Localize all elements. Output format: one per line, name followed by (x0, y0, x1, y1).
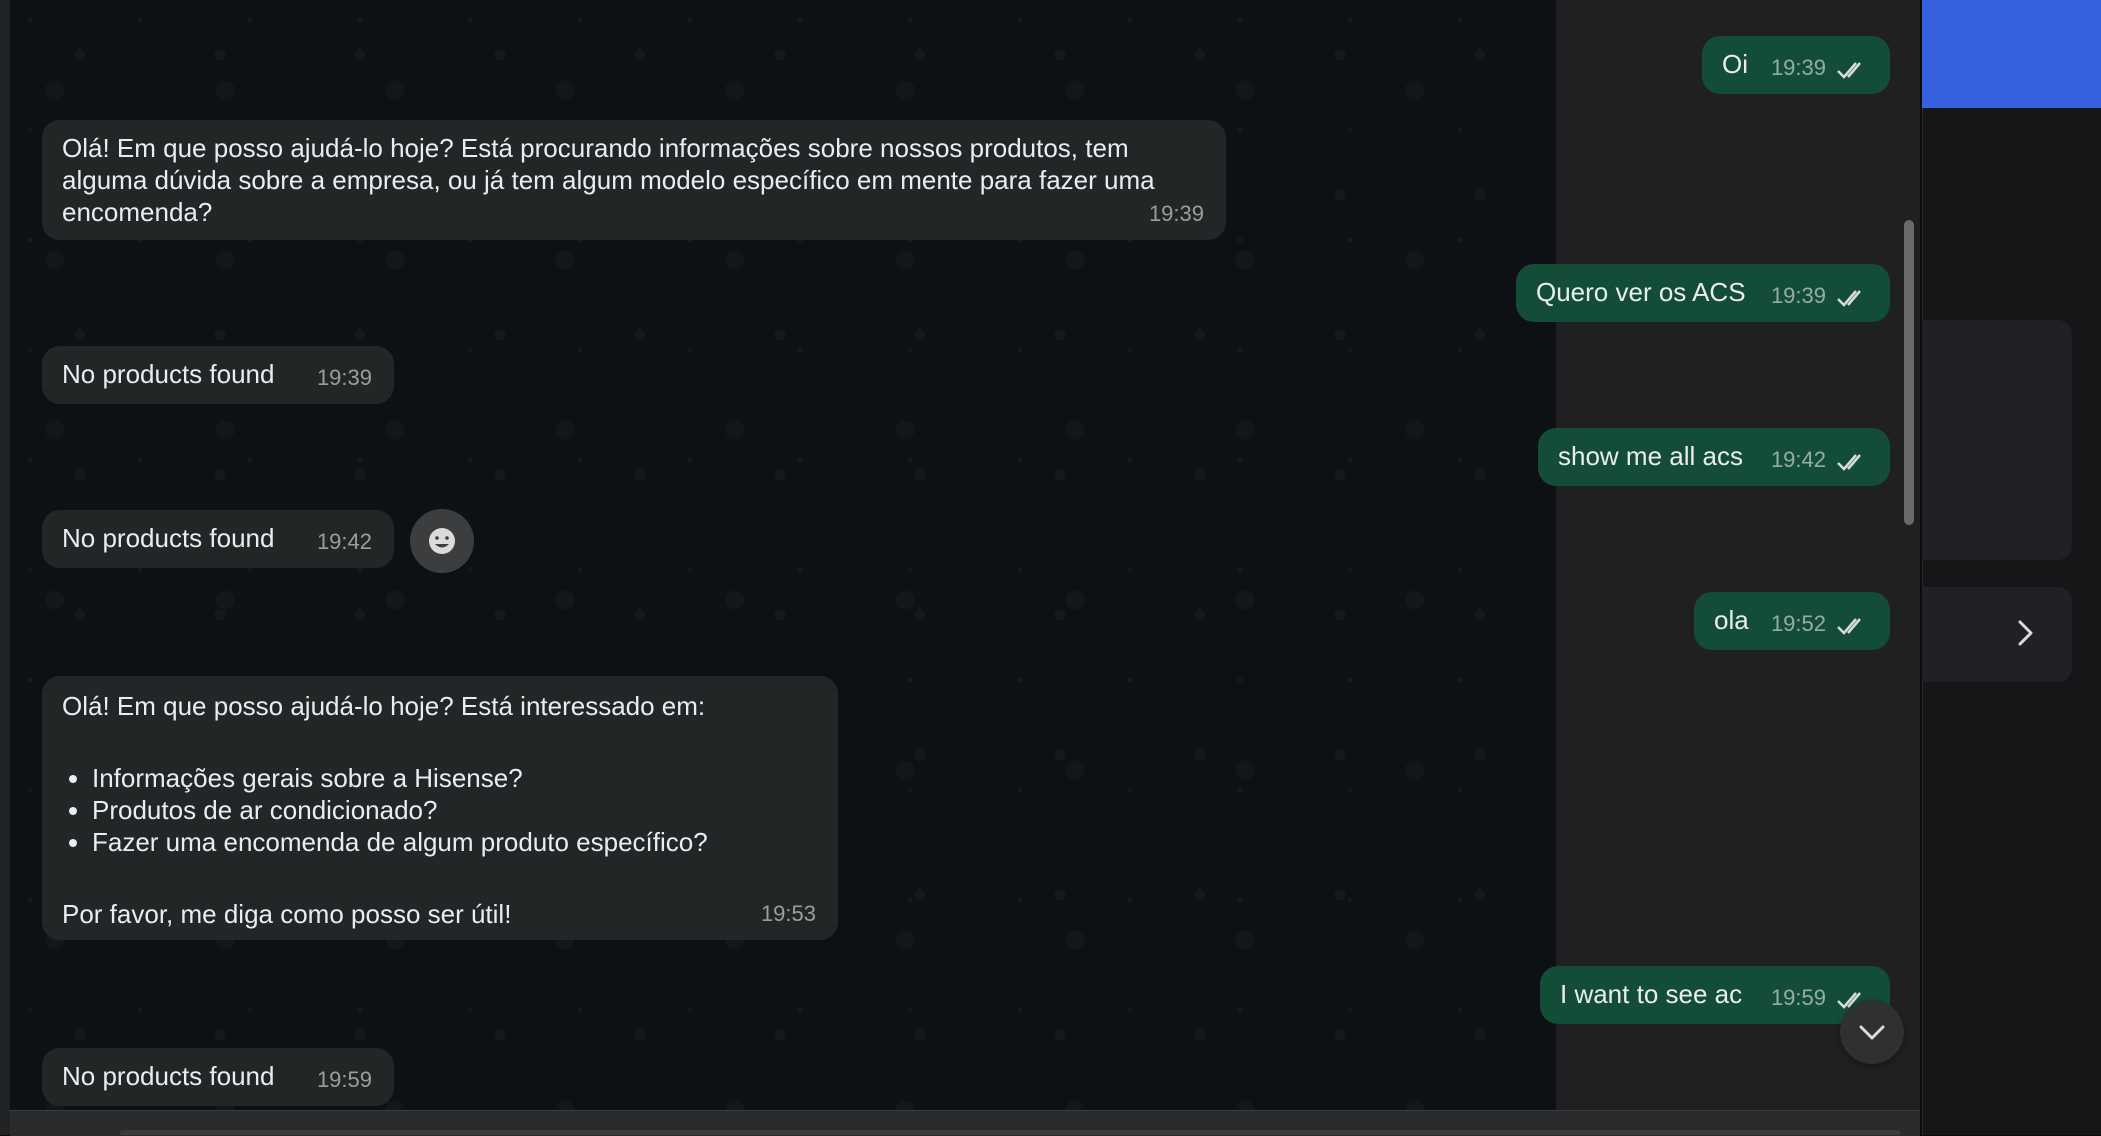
message-time: 19:39 (1148, 201, 1204, 226)
bullet-item: Produtos de ar condicionado? (92, 794, 812, 826)
message-time: 19:59 (316, 1067, 372, 1092)
side-panel-row[interactable] (1922, 587, 2072, 682)
message-time: 19:42 (1770, 447, 1826, 472)
message-text: No products found (62, 1061, 275, 1091)
message-text: I want to see ac (1560, 979, 1743, 1009)
message-time: 19:39 (1770, 55, 1826, 80)
incoming-message[interactable]: No products found 19:59 (42, 1048, 394, 1106)
message-time: 19:39 (1770, 283, 1826, 308)
message-time: 19:53 (760, 901, 816, 926)
side-panel-card[interactable] (1922, 320, 2072, 560)
chat-right-column (1556, 0, 1920, 1110)
outgoing-message[interactable]: Oi 19:39 (1702, 36, 1890, 94)
incoming-message[interactable]: No products found 19:42 (42, 510, 394, 568)
chevron-down-icon (1859, 1025, 1885, 1040)
window-left-edge (0, 0, 10, 1135)
incoming-message[interactable]: Olá! Em que posso ajudá-lo hoje? Está pr… (42, 120, 1226, 240)
message-intro: Olá! Em que posso ajudá-lo hoje? Está in… (62, 691, 706, 721)
bullet-item: Fazer uma encomenda de algum produto esp… (92, 826, 812, 858)
message-text: No products found (62, 359, 275, 389)
reaction-button[interactable] (410, 509, 474, 573)
chevron-right-icon[interactable] (2010, 618, 2040, 648)
outgoing-message[interactable]: I want to see ac 19:59 (1540, 966, 1890, 1024)
side-panel-accent-block[interactable] (1922, 0, 2101, 108)
message-text: Olá! Em que posso ajudá-lo hoje? Está pr… (62, 133, 1155, 227)
message-time: 19:39 (316, 365, 372, 390)
message-text: ola (1714, 605, 1749, 635)
message-text: Quero ver os ACS (1536, 277, 1746, 307)
smiley-icon (429, 528, 455, 554)
bullet-item: Informações gerais sobre a Hisense? (92, 762, 812, 794)
chat-scrollbar[interactable] (1904, 220, 1914, 525)
message-bullet-list: Informações gerais sobre a Hisense? Prod… (62, 762, 812, 858)
message-input[interactable] (120, 1130, 1900, 1135)
message-text: show me all acs (1558, 441, 1743, 471)
message-text: No products found (62, 523, 275, 553)
scroll-to-bottom-button[interactable] (1840, 1000, 1904, 1064)
incoming-message[interactable]: No products found 19:39 (42, 346, 394, 404)
double-check-icon (1837, 618, 1861, 635)
outgoing-message[interactable]: ola 19:52 (1694, 592, 1890, 650)
double-check-icon (1837, 62, 1861, 79)
side-panel (1922, 0, 2101, 1135)
incoming-message[interactable]: Olá! Em que posso ajudá-lo hoje? Está in… (42, 676, 838, 940)
message-outro: Por favor, me diga como posso ser útil! (62, 899, 512, 929)
outgoing-message[interactable]: Quero ver os ACS 19:39 (1516, 264, 1890, 322)
message-time: 19:52 (1770, 611, 1826, 636)
message-time: 19:59 (1770, 985, 1826, 1010)
double-check-icon (1837, 290, 1861, 307)
outgoing-message[interactable]: show me all acs 19:42 (1538, 428, 1890, 486)
message-time: 19:42 (316, 529, 372, 554)
double-check-icon (1837, 454, 1861, 471)
message-text: Oi (1722, 49, 1748, 79)
